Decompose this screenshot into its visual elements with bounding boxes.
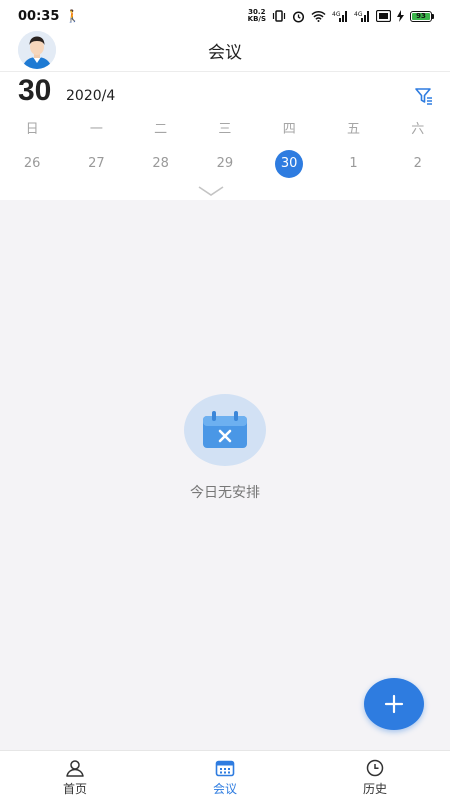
page-title: 会议 <box>208 43 242 63</box>
date-cell[interactable]: 29 <box>193 150 257 178</box>
tab-meetings[interactable]: 会议 <box>150 751 300 800</box>
wifi-icon <box>311 10 326 22</box>
weekday-label: 三 <box>218 122 232 137</box>
status-bar: 00:35 🚶 30.2 KB/S 4G 4G 93 <box>0 0 450 32</box>
date-number: 29 <box>216 156 234 171</box>
empty-state-illustration <box>184 394 266 466</box>
charging-icon <box>397 10 404 22</box>
date-number: 26 <box>23 156 41 171</box>
date-cell[interactable]: 2 <box>386 150 450 178</box>
date-number: 1 <box>349 156 358 171</box>
date-cell[interactable]: 28 <box>129 150 193 178</box>
tab-label: 会议 <box>212 782 237 796</box>
bottom-tab-bar: 首页 会议 历史 <box>0 750 450 800</box>
weekday-label: 四 <box>282 122 296 137</box>
weekday-label: 五 <box>346 122 360 137</box>
tab-label: 历史 <box>362 782 387 796</box>
weekday-label: 六 <box>411 122 425 137</box>
plus-icon <box>384 694 404 714</box>
svg-text:4G: 4G <box>332 11 341 18</box>
battery-level: 93 <box>412 12 430 20</box>
hd-icon <box>376 10 391 22</box>
weekday-label: 一 <box>89 122 103 137</box>
date-number: 27 <box>88 156 105 171</box>
tab-label: 首页 <box>62 782 87 796</box>
chevron-down-icon[interactable] <box>198 185 224 197</box>
home-person-icon <box>66 760 84 777</box>
app-header: 会议 <box>0 31 450 72</box>
date-row: 26 27 28 29 30 1 2 <box>0 150 450 178</box>
network-speed: 30.2 KB/S <box>248 9 266 23</box>
weekday-header-row: 日 一 二 三 四 五 六 <box>0 118 450 137</box>
selected-day-number: 30 <box>18 74 52 107</box>
date-number: 30 <box>275 150 304 178</box>
tab-history[interactable]: 历史 <box>300 751 450 800</box>
tab-home[interactable]: 首页 <box>0 751 150 800</box>
date-cell[interactable]: 1 <box>321 150 385 178</box>
week-calendar: 30 2020/4 日 一 二 三 四 五 六 26 27 28 29 30 1… <box>0 72 450 200</box>
add-meeting-button[interactable] <box>364 678 424 730</box>
weekday-label: 日 <box>25 122 39 137</box>
signal-icon-1: 4G <box>332 11 347 22</box>
weekday-label: 二 <box>154 122 168 137</box>
date-number: 2 <box>413 156 422 171</box>
date-number: 28 <box>152 156 169 171</box>
status-indicators: 30.2 KB/S 4G 4G 93 <box>248 9 434 23</box>
filter-icon[interactable] <box>414 86 434 106</box>
date-cell-selected[interactable]: 30 <box>257 150 321 178</box>
alarm-icon <box>292 10 305 23</box>
empty-state: 今日无安排 <box>0 394 450 502</box>
empty-state-message: 今日无安排 <box>190 485 260 501</box>
date-cell[interactable]: 27 <box>64 150 128 178</box>
year-month-label[interactable]: 2020/4 <box>66 88 115 104</box>
walking-icon: 🚶 <box>65 9 81 23</box>
svg-text:4G: 4G <box>354 11 363 18</box>
signal-icon-2: 4G <box>354 11 369 22</box>
clock-icon <box>366 759 384 777</box>
battery-indicator: 93 <box>410 10 434 22</box>
network-speed-unit: KB/S <box>247 15 266 23</box>
status-time: 00:35 <box>18 8 60 24</box>
vibrate-icon <box>272 10 286 22</box>
calendar-cancel-icon <box>203 411 247 448</box>
date-cell[interactable]: 26 <box>0 150 64 178</box>
calendar-icon <box>215 760 235 777</box>
